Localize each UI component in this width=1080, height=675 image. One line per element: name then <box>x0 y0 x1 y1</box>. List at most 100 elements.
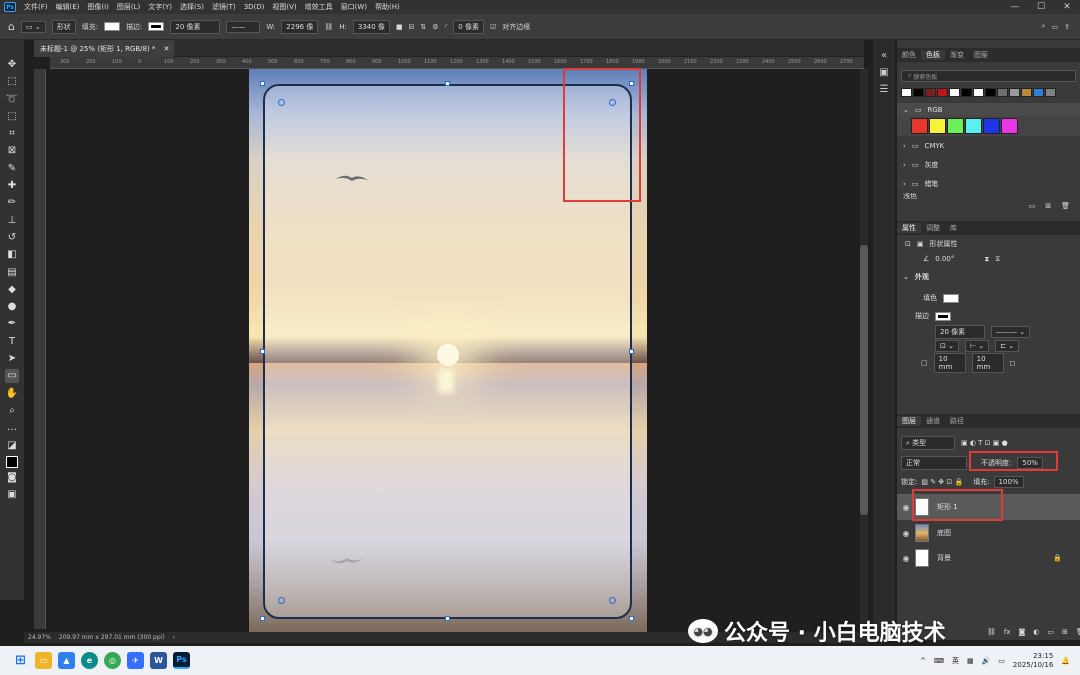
width-input[interactable]: 2296 像 <box>281 19 319 34</box>
shape-mode-select[interactable]: 形状 <box>51 19 76 34</box>
lock-icons[interactable]: ▨ ✎ ✥ ⊡ 🔒 <box>921 478 963 486</box>
healing-tool-icon[interactable]: ✚ <box>5 179 19 193</box>
tab-patterns[interactable]: 图案 <box>969 50 993 60</box>
hand-tool-icon[interactable]: ✋ <box>5 387 19 401</box>
dodge-tool-icon[interactable]: ● <box>5 300 19 314</box>
color-swatch[interactable] <box>983 118 1000 134</box>
color-swatch[interactable] <box>965 118 982 134</box>
default-colors-icon[interactable]: ◪ <box>5 439 19 453</box>
tab-swatches[interactable]: 色板 <box>921 50 945 60</box>
filter-icons[interactable]: ▣ ◐ T ⊡ ▣ ● <box>961 439 1008 447</box>
new-group-icon[interactable]: ▭ <box>1029 202 1036 210</box>
maximize-button[interactable]: ☐ <box>1028 2 1054 12</box>
foreground-color-swatch[interactable] <box>6 455 18 468</box>
chrome-icon[interactable]: ◎ <box>104 652 121 669</box>
feishu-icon[interactable]: ✈ <box>127 652 144 669</box>
gradient-tool-icon[interactable]: ▤ <box>5 266 19 280</box>
edge-icon[interactable]: e <box>81 652 98 669</box>
tab-libraries[interactable]: 库 <box>945 223 962 233</box>
color-swatch[interactable] <box>1001 118 1018 134</box>
color-swatch[interactable] <box>911 118 928 134</box>
swatch-group-rgb[interactable]: ⌄ ▭ RGB <box>897 103 1080 116</box>
height-input[interactable]: 3340 像 <box>352 19 390 34</box>
tab-color[interactable]: 颜色 <box>897 50 921 60</box>
swatch-group-gray[interactable]: › ▭ 灰度 <box>897 155 1080 174</box>
menu-help[interactable]: 帮助(H) <box>371 2 404 12</box>
trash-icon[interactable]: 🗑 <box>1061 202 1070 210</box>
stroke-swatch[interactable] <box>935 311 951 321</box>
chevrons-icon[interactable]: « <box>881 50 887 61</box>
comments-icon[interactable]: ▣ <box>879 67 888 78</box>
flip-horizontal-icon[interactable]: ⧗ <box>984 255 989 264</box>
eyedropper-tool-icon[interactable]: ✎ <box>5 162 19 176</box>
photos-icon[interactable]: ▲ <box>58 652 75 669</box>
stroke-type-select[interactable]: —— <box>226 20 261 33</box>
layer-row[interactable]: ◉ 底图 <box>897 520 1080 546</box>
pen-tool-icon[interactable]: ✒ <box>5 317 19 331</box>
stroke-join-select[interactable]: ⊏ ⌄ <box>995 340 1020 352</box>
file-explorer-icon[interactable]: ▭ <box>35 652 52 669</box>
tab-paths[interactable]: 路径 <box>945 416 969 426</box>
tab-layers[interactable]: 图层 <box>897 416 921 426</box>
menu-edit[interactable]: 编辑(E) <box>52 2 84 12</box>
document-tab[interactable]: 未标题-1 @ 25% (矩形 1, RGB/8) * ✕ <box>34 40 174 57</box>
eraser-tool-icon[interactable]: ◧ <box>5 248 19 262</box>
color-swatch[interactable] <box>949 88 960 97</box>
zoom-level[interactable]: 24.97% <box>28 634 51 641</box>
minimize-button[interactable]: — <box>1002 2 1028 12</box>
stroke-type-select[interactable]: ——— ⌄ <box>991 326 1031 338</box>
home-icon[interactable]: ⌂ <box>8 20 15 33</box>
menu-select[interactable]: 选择(S) <box>176 2 208 12</box>
align-edges-checkbox[interactable]: ☑ <box>490 23 496 31</box>
marquee-tool-icon[interactable]: ⬚ <box>5 75 19 89</box>
menu-image[interactable]: 图像(I) <box>83 2 113 12</box>
stroke-width-input[interactable]: 20 像素 <box>935 325 985 339</box>
chevron-up-icon[interactable]: ^ <box>920 657 926 665</box>
tab-properties[interactable]: 属性 <box>897 223 921 233</box>
corner-radius-handle[interactable] <box>609 597 616 604</box>
stroke-align-select[interactable]: ⊡ ⌄ <box>935 340 959 352</box>
tool-preset-picker[interactable]: ▭ ⌄ <box>20 20 46 33</box>
history-brush-tool-icon[interactable]: ↺ <box>5 231 19 245</box>
tab-channels[interactable]: 通道 <box>921 416 945 426</box>
screen-mode-icon[interactable]: ▣ <box>5 488 19 502</box>
color-swatch[interactable] <box>901 88 912 97</box>
vertical-scrollbar[interactable] <box>860 69 868 631</box>
menu-filter[interactable]: 滤镜(T) <box>208 2 240 12</box>
color-swatch[interactable] <box>997 88 1008 97</box>
menu-window[interactable]: 窗口(W) <box>337 2 371 12</box>
brush-tool-icon[interactable]: ✏ <box>5 196 19 210</box>
path-arrange-icon[interactable]: ⇅ <box>420 23 426 31</box>
volume-icon[interactable]: 🔊 <box>982 657 991 665</box>
notification-icon[interactable]: 🔔 <box>1061 657 1070 665</box>
color-swatch[interactable] <box>1021 88 1032 97</box>
stamp-tool-icon[interactable]: ⊥ <box>5 214 19 228</box>
corner-radius-w-input[interactable]: 10 mm <box>933 353 966 373</box>
path-align-icon[interactable]: ⊟ <box>409 23 415 31</box>
layer-row[interactable]: ◉ 背景 🔒 <box>897 545 1080 571</box>
link-icon[interactable]: ⛓ <box>324 23 333 31</box>
lasso-tool-icon[interactable]: ➰ <box>5 93 19 107</box>
visibility-eye-icon[interactable]: ◉ <box>897 554 915 563</box>
type-tool-icon[interactable]: T <box>5 335 19 349</box>
swatch-search-input[interactable]: ⌕ 搜索色板 <box>901 70 1076 82</box>
rectangle-tool-icon[interactable]: ▭ <box>5 369 19 384</box>
fill-swatch[interactable] <box>943 293 959 303</box>
menu-layer[interactable]: 图层(L) <box>113 2 144 12</box>
network-icon[interactable]: ▦ <box>967 657 974 665</box>
frame-tool-icon[interactable]: ⊠ <box>5 144 19 158</box>
photoshop-icon[interactable]: Ps <box>173 652 190 669</box>
corner-radius-handle[interactable] <box>278 597 285 604</box>
new-swatch-icon[interactable]: ⊞ <box>1045 202 1051 210</box>
color-swatch[interactable] <box>1033 88 1044 97</box>
transform-handle[interactable] <box>629 616 634 621</box>
transform-handle[interactable] <box>445 616 450 621</box>
share-icon[interactable]: ⇪ <box>1064 23 1070 31</box>
new-group-icon[interactable]: ▭ <box>1047 628 1054 636</box>
transform-handle[interactable] <box>445 81 450 86</box>
properties-icon[interactable]: ☰ <box>880 84 889 95</box>
search-icon[interactable]: ⌕ <box>1042 22 1046 31</box>
tab-adjustments[interactable]: 调整 <box>921 223 945 233</box>
color-swatch[interactable] <box>929 118 946 134</box>
object-select-tool-icon[interactable]: ⬚ <box>5 110 19 124</box>
